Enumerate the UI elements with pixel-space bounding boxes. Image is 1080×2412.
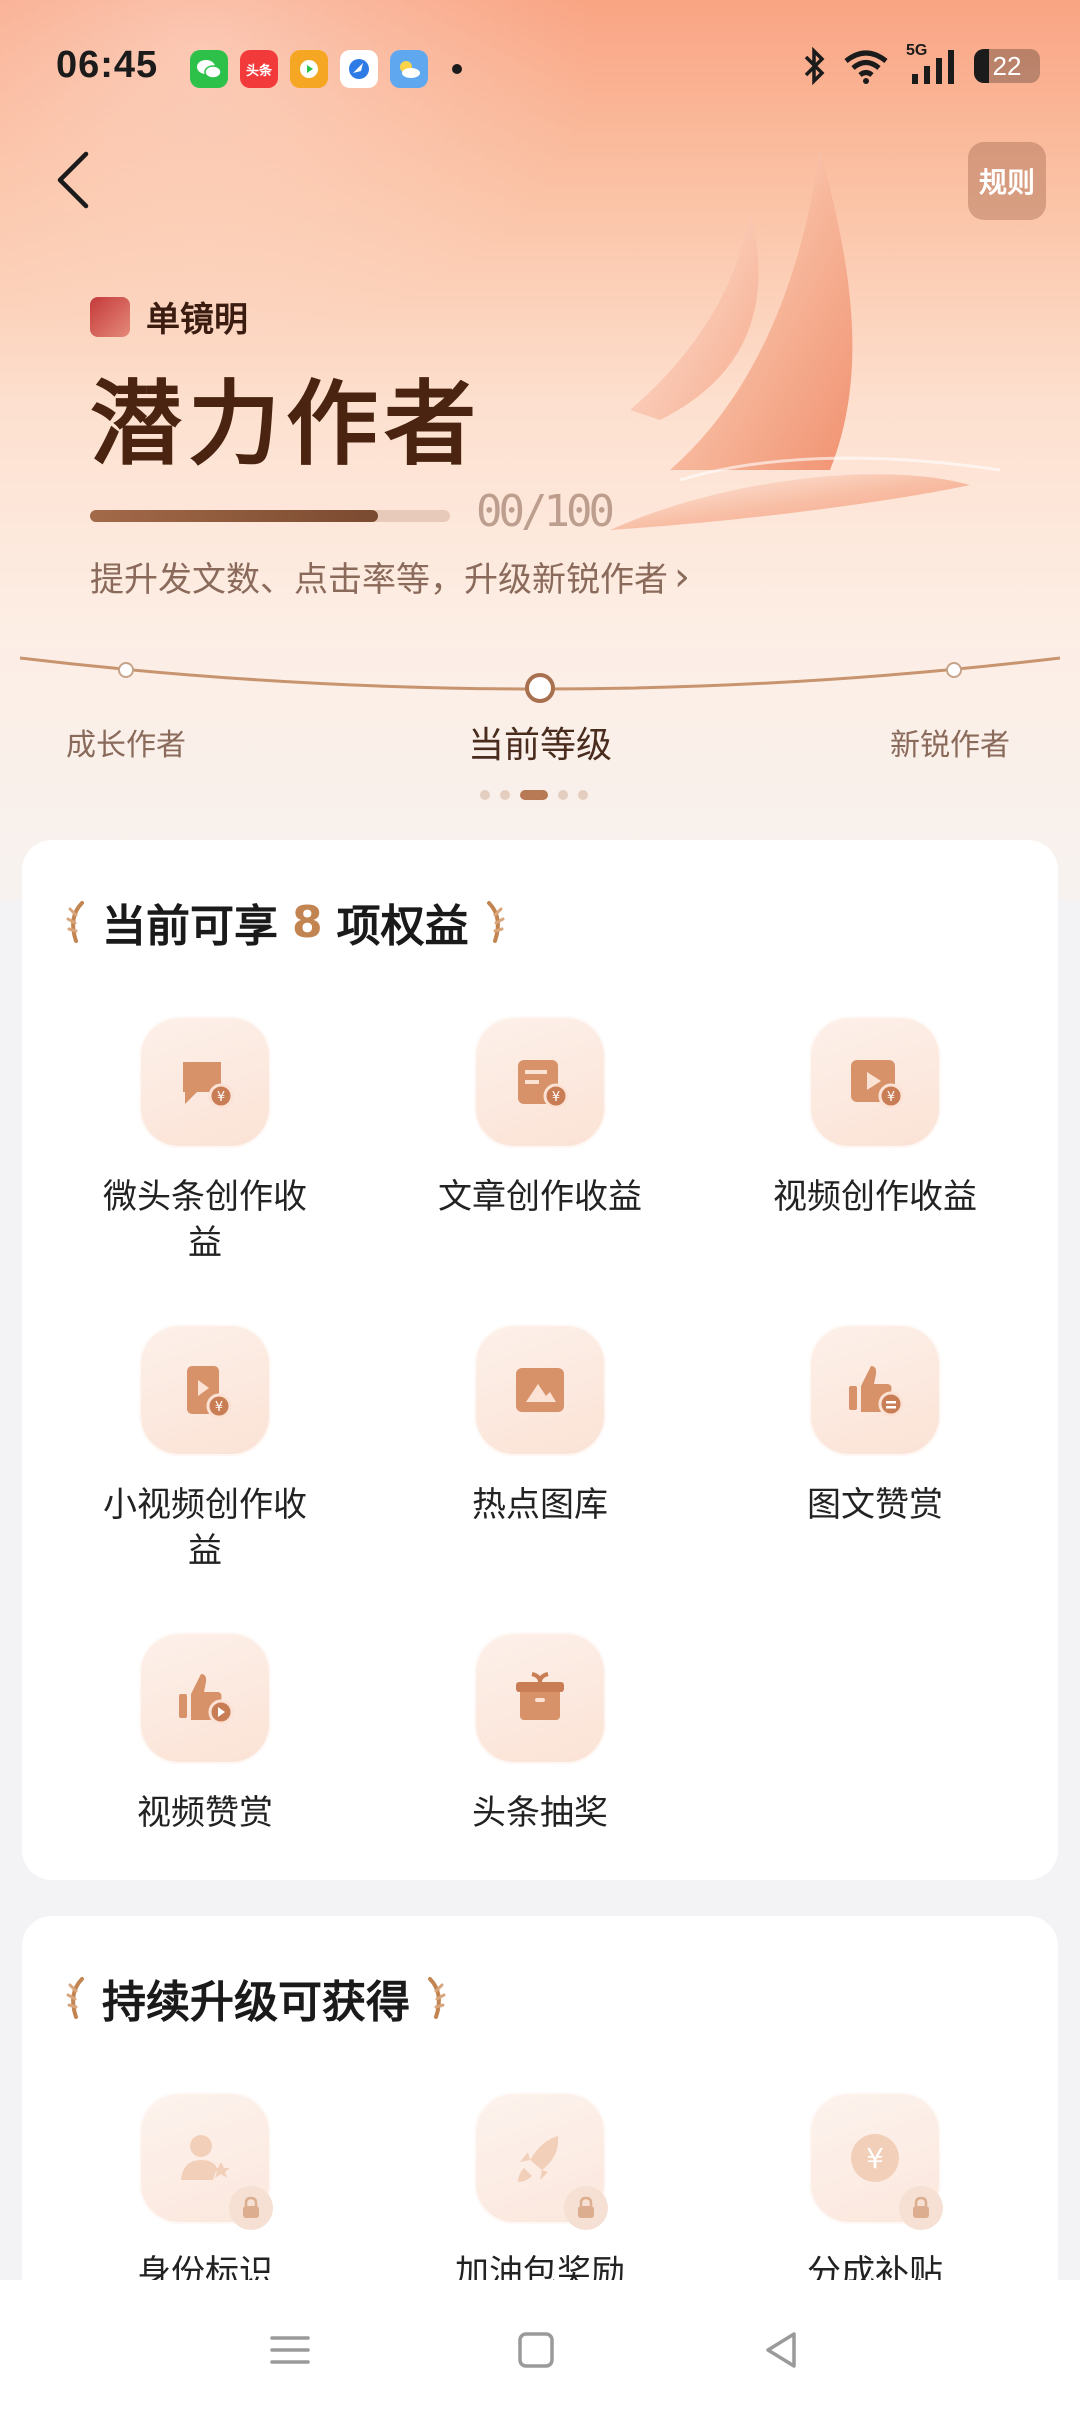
battery-icon: 22 bbox=[974, 49, 1040, 83]
level-hero: 06:45 头条 5G 22 规则 单镜明 潜力作者 00/100 提升发文数、… bbox=[0, 0, 1080, 900]
benefit-label: 小视频创作收益 bbox=[103, 1485, 307, 1571]
menu-icon bbox=[270, 2336, 310, 2364]
benefit-label: 视频赞赏 bbox=[137, 1793, 273, 1833]
benefit-item[interactable]: ¥ 小视频创作收益 bbox=[40, 1324, 370, 1574]
upgrade-benefit-item[interactable]: ¥ 分成补贴 bbox=[710, 2092, 1040, 2296]
video-app-icon bbox=[290, 50, 328, 88]
benefit-item[interactable]: ¥ 视频创作收益 bbox=[710, 1016, 1040, 1220]
user-star-icon bbox=[139, 2092, 273, 2230]
thumbs-up-video-icon bbox=[139, 1632, 271, 1764]
pager-dot bbox=[578, 790, 588, 800]
bluetooth-icon bbox=[804, 47, 825, 85]
wechat-icon bbox=[190, 50, 228, 88]
level-current: 当前等级 bbox=[468, 725, 613, 766]
home-button[interactable] bbox=[506, 2320, 566, 2380]
benefit-label: 视频创作收益 bbox=[773, 1177, 977, 1217]
video-yuan-icon: ¥ bbox=[809, 1016, 941, 1148]
chevron-right-icon: › bbox=[674, 553, 690, 600]
pager-dot bbox=[558, 790, 568, 800]
level-title: 潜力作者 bbox=[90, 371, 483, 478]
current-benefits-title: 当前可享 8 项权益 bbox=[62, 890, 509, 954]
pager-dot bbox=[500, 790, 510, 800]
rules-button[interactable]: 规则 bbox=[968, 142, 1046, 220]
status-time: 06:45 bbox=[56, 44, 159, 86]
benefits-title-prefix: 当前可享 bbox=[102, 901, 278, 952]
gift-box-icon bbox=[474, 1632, 606, 1764]
wifi-icon bbox=[844, 50, 888, 84]
level-node-next bbox=[946, 662, 962, 678]
benefit-item[interactable]: 视频赞赏 bbox=[40, 1632, 370, 1836]
benefit-item[interactable]: ¥ 文章创作收益 bbox=[375, 1016, 705, 1220]
weather-icon bbox=[390, 50, 428, 88]
avatar bbox=[90, 296, 130, 337]
svg-text:¥: ¥ bbox=[215, 1400, 223, 1415]
benefit-label: 文章创作收益 bbox=[438, 1177, 642, 1217]
yuan-coin-icon: ¥ bbox=[809, 2092, 943, 2230]
upgrade-title-text: 持续升级可获得 bbox=[102, 1977, 410, 2028]
benefits-title-suffix: 项权益 bbox=[336, 901, 469, 952]
square-home-icon bbox=[518, 2332, 554, 2368]
svg-text:¥: ¥ bbox=[887, 1090, 895, 1105]
benefits-count: 8 bbox=[292, 896, 323, 948]
status-bar: 06:45 头条 5G 22 bbox=[0, 0, 1080, 140]
upgrade-benefit-item[interactable]: 加油包奖励 bbox=[375, 2092, 705, 2296]
svg-text:¥: ¥ bbox=[217, 1090, 225, 1105]
upgrade-hint-link[interactable]: 提升发文数、点击率等，升级新锐作者 › bbox=[90, 552, 690, 601]
benefit-item[interactable]: ¥ 微头条创作收益 bbox=[40, 1016, 370, 1266]
lock-icon bbox=[229, 2186, 273, 2230]
upgrade-benefits-title: 持续升级可获得 bbox=[62, 1966, 450, 2030]
level-pager bbox=[480, 790, 588, 800]
short-video-yuan-icon: ¥ bbox=[139, 1324, 271, 1456]
level-progress-text: 00/100 bbox=[476, 486, 615, 537]
benefit-label: 热点图库 bbox=[472, 1485, 608, 1525]
chat-bubble-yuan-icon: ¥ bbox=[139, 1016, 271, 1148]
level-next[interactable]: 新锐作者 bbox=[890, 720, 1010, 764]
triangle-back-icon bbox=[766, 2332, 796, 2368]
cellular-signal-icon: 5G bbox=[906, 42, 958, 86]
benefit-label: 图文赞赏 bbox=[807, 1485, 943, 1525]
more-notifications-dot bbox=[452, 64, 462, 74]
lock-icon bbox=[899, 2186, 943, 2230]
svg-text:¥: ¥ bbox=[552, 1090, 560, 1105]
battery-level: 22 bbox=[992, 50, 1022, 81]
lock-icon bbox=[564, 2186, 608, 2230]
laurel-left-icon bbox=[66, 1977, 84, 2019]
rocket-icon bbox=[474, 2092, 608, 2230]
user-row: 单镜明 bbox=[90, 292, 248, 341]
level-progress-fill bbox=[90, 510, 378, 522]
status-indicators: 5G 22 bbox=[802, 42, 1040, 86]
level-progress-bar bbox=[90, 510, 450, 522]
laurel-right-icon bbox=[428, 1977, 446, 2019]
menu-button[interactable] bbox=[260, 2320, 320, 2380]
upgrade-hint-text: 提升发文数、点击率等，升级新锐作者 bbox=[90, 560, 668, 600]
level-labels: 成长作者 当前等级 新锐作者 bbox=[0, 720, 1080, 780]
upgrade-benefit-item[interactable]: 身份标识 bbox=[40, 2092, 370, 2296]
username: 单镜明 bbox=[146, 300, 248, 340]
pager-dot bbox=[520, 790, 548, 800]
notification-icons: 头条 bbox=[190, 50, 462, 88]
laurel-right-icon bbox=[486, 901, 505, 943]
nav-back-button[interactable] bbox=[752, 2320, 812, 2380]
benefit-label: 头条抽奖 bbox=[472, 1793, 608, 1833]
level-node-previous bbox=[118, 662, 134, 678]
toutiao-icon: 头条 bbox=[240, 50, 278, 88]
browser-icon bbox=[340, 50, 378, 88]
back-button[interactable] bbox=[48, 150, 108, 210]
current-benefits-card: 当前可享 8 项权益 ¥ 微头条创作收益 ¥ 文章创作收益 ¥ 视频创作收益 ¥… bbox=[22, 840, 1058, 1880]
benefit-item[interactable]: 图文赞赏 bbox=[710, 1324, 1040, 1528]
system-nav-bar bbox=[0, 2280, 1080, 2412]
chevron-left-icon bbox=[57, 151, 89, 209]
svg-text:¥: ¥ bbox=[866, 2142, 884, 2175]
benefit-label: 微头条创作收益 bbox=[103, 1177, 307, 1263]
laurel-left-icon bbox=[66, 901, 84, 943]
image-gallery-icon bbox=[474, 1324, 606, 1456]
benefit-item[interactable]: 热点图库 bbox=[375, 1324, 705, 1528]
level-node-current bbox=[525, 673, 555, 703]
thumbs-up-text-icon bbox=[809, 1324, 941, 1456]
benefit-item[interactable]: 头条抽奖 bbox=[375, 1632, 705, 1836]
document-yuan-icon: ¥ bbox=[474, 1016, 606, 1148]
level-previous[interactable]: 成长作者 bbox=[66, 720, 186, 764]
pager-dot bbox=[480, 790, 490, 800]
